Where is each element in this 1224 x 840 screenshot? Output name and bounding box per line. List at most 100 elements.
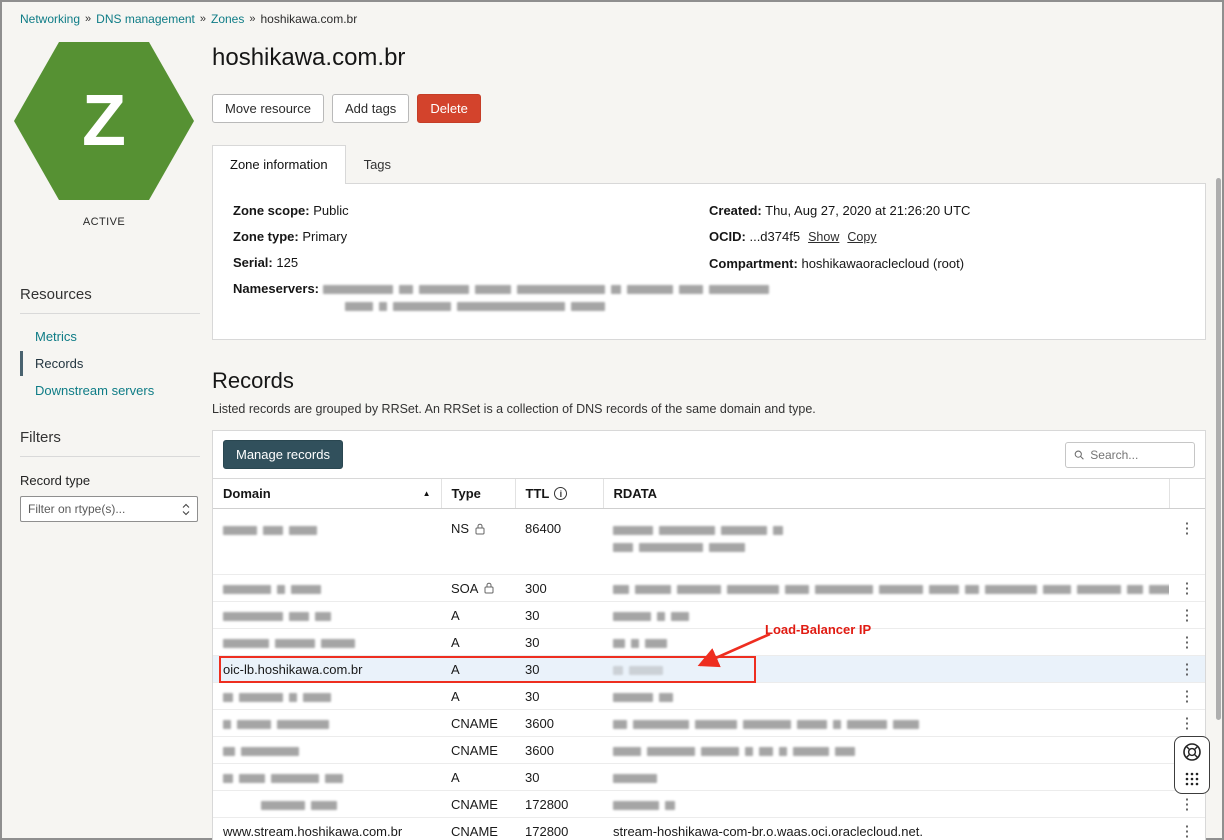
- ttl-value: 172800: [515, 818, 603, 840]
- zone-scope-value: Public: [313, 203, 348, 218]
- domain-cell-redacted: [213, 683, 441, 710]
- table-row: CNAME 3600 ⋮: [213, 737, 1205, 764]
- rdata-cell-redacted: [603, 683, 1169, 710]
- records-search[interactable]: [1065, 442, 1195, 468]
- table-row: A 30 ⋮: [213, 602, 1205, 629]
- apps-grid-button[interactable]: [1179, 767, 1205, 789]
- row-actions-menu[interactable]: ⋮: [1179, 521, 1195, 536]
- zone-status-hexagon-icon: Z: [14, 42, 194, 200]
- page-title: hoshikawa.com.br: [212, 44, 1206, 72]
- table-row: A 30 ⋮: [213, 764, 1205, 791]
- zone-type-label: Zone type:: [233, 229, 299, 244]
- domain-cell-redacted: [213, 737, 441, 764]
- created-value: Thu, Aug 27, 2020 at 21:26:20 UTC: [765, 203, 970, 218]
- zone-scope-label: Zone scope:: [233, 203, 310, 218]
- column-header-type[interactable]: Type: [441, 479, 515, 509]
- compartment-label: Compartment:: [709, 256, 798, 271]
- filters-heading: Filters: [20, 429, 200, 457]
- serial-value: 125: [276, 255, 298, 270]
- record-type-label: Record type: [20, 473, 200, 488]
- life-ring-icon: [1182, 742, 1202, 762]
- domain-cell-redacted: [213, 764, 441, 791]
- tab-tags[interactable]: Tags: [346, 145, 409, 183]
- ttl-value: 3600: [515, 710, 603, 737]
- move-resource-button[interactable]: Move resource: [212, 94, 324, 123]
- sidebar-item-records[interactable]: Records: [20, 351, 200, 376]
- vertical-scrollbar[interactable]: [1216, 178, 1221, 720]
- sidebar-item-downstream-servers[interactable]: Downstream servers: [20, 378, 200, 403]
- delete-button[interactable]: Delete: [417, 94, 481, 123]
- rdata-value: stream-hoshikawa-com-br.o.waas.oci.oracl…: [603, 818, 1169, 840]
- table-row: CNAME 3600 ⋮: [213, 710, 1205, 737]
- domain-header-label: Domain: [223, 486, 271, 501]
- breadcrumb-separator: »: [249, 13, 255, 25]
- records-heading: Records: [212, 368, 1206, 394]
- floating-widget: [1174, 736, 1210, 794]
- search-icon: [1074, 449, 1084, 461]
- domain-cell-redacted: [213, 575, 441, 602]
- ocid-label: OCID:: [709, 229, 746, 244]
- records-table: Domain ▲ Type TTLi RDATA NS 86400: [213, 478, 1205, 840]
- breadcrumb-networking[interactable]: Networking: [20, 12, 80, 26]
- record-type: CNAME: [451, 716, 498, 731]
- search-input[interactable]: [1090, 448, 1186, 462]
- row-actions-menu[interactable]: ⋮: [1179, 662, 1195, 677]
- help-button[interactable]: [1179, 741, 1205, 763]
- ttl-info-icon[interactable]: i: [554, 487, 567, 500]
- domain-cell-redacted: [213, 629, 441, 656]
- record-type: A: [451, 770, 460, 785]
- resources-heading: Resources: [20, 286, 200, 314]
- column-header-rdata[interactable]: RDATA: [603, 479, 1169, 509]
- ttl-value: 30: [515, 629, 603, 656]
- domain-cell-redacted: [213, 791, 441, 818]
- records-panel: Manage records Domain ▲ Type TTLi: [212, 430, 1206, 840]
- record-type-filter-select[interactable]: Filter on rtype(s)...: [20, 496, 198, 522]
- lock-icon: [484, 582, 494, 594]
- table-row-highlighted: oic-lb.hoshikawa.com.br Load-Balancer IP…: [213, 656, 1205, 683]
- column-header-ttl[interactable]: TTLi: [515, 479, 603, 509]
- sidebar-item-metrics[interactable]: Metrics: [20, 324, 200, 349]
- row-actions-menu[interactable]: ⋮: [1179, 608, 1195, 623]
- tab-bar: Zone information Tags: [212, 145, 1206, 183]
- ttl-value: 300: [515, 575, 603, 602]
- nameservers-label: Nameservers:: [233, 280, 319, 314]
- breadcrumb-dns-management[interactable]: DNS management: [96, 12, 195, 26]
- table-row: A 30 ⋮: [213, 629, 1205, 656]
- zone-information-panel: Zone scope: Public Zone type: Primary Se…: [212, 183, 1206, 340]
- zone-letter: Z: [82, 85, 126, 157]
- row-actions-menu[interactable]: ⋮: [1179, 824, 1195, 839]
- row-actions-menu[interactable]: ⋮: [1179, 581, 1195, 596]
- row-actions-menu[interactable]: ⋮: [1179, 635, 1195, 650]
- add-tags-button[interactable]: Add tags: [332, 94, 409, 123]
- rdata-cell-redacted: [603, 509, 1169, 575]
- domain-cell-redacted: [213, 602, 441, 629]
- grid-dots-icon: [1184, 770, 1200, 786]
- breadcrumb-separator: »: [200, 13, 206, 25]
- record-type: SOA: [451, 581, 478, 596]
- record-type-filter-value: Filter on rtype(s)...: [28, 502, 125, 516]
- record-type: NS: [451, 521, 469, 536]
- record-type: CNAME: [451, 824, 498, 839]
- serial-label: Serial:: [233, 255, 273, 270]
- record-type: A: [451, 635, 460, 650]
- manage-records-button[interactable]: Manage records: [223, 440, 343, 469]
- ocid-copy-link[interactable]: Copy: [847, 230, 876, 244]
- records-description: Listed records are grouped by RRSet. An …: [212, 402, 1206, 416]
- ttl-value: 30: [515, 764, 603, 791]
- ocid-show-link[interactable]: Show: [808, 230, 839, 244]
- select-stepper-icon: [182, 503, 190, 516]
- rdata-cell-redacted: [603, 629, 1169, 656]
- ttl-value: 86400: [515, 509, 603, 575]
- row-actions-menu[interactable]: ⋮: [1179, 797, 1195, 812]
- ttl-value: 30: [515, 602, 603, 629]
- domain-value: www.stream.hoshikawa.com.br: [213, 818, 441, 840]
- ttl-value: 30: [515, 656, 603, 683]
- sort-ascending-icon: ▲: [423, 489, 431, 498]
- tab-zone-information[interactable]: Zone information: [212, 145, 346, 184]
- breadcrumb-zones[interactable]: Zones: [211, 12, 244, 26]
- type-header-label: Type: [452, 486, 481, 501]
- column-header-domain[interactable]: Domain ▲: [213, 479, 441, 509]
- row-actions-menu[interactable]: ⋮: [1179, 689, 1195, 704]
- table-row: www.stream.hoshikawa.com.br CNAME 172800…: [213, 818, 1205, 840]
- row-actions-menu[interactable]: ⋮: [1179, 716, 1195, 731]
